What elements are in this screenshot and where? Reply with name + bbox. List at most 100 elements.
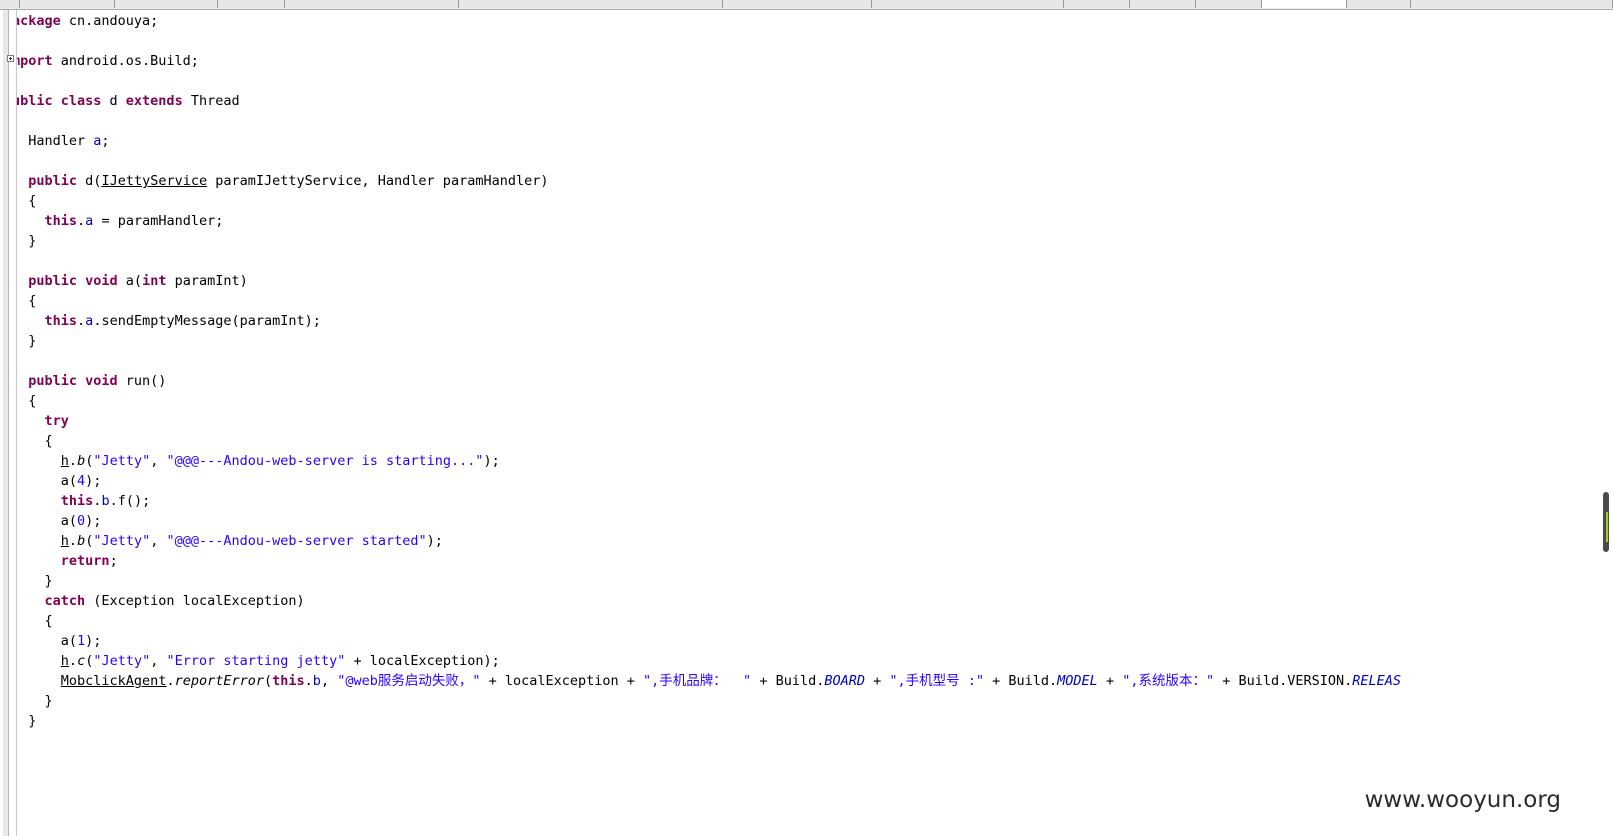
editor-tab[interactable] bbox=[0, 0, 20, 8]
code-token: + bbox=[864, 673, 890, 689]
code-token: h bbox=[60, 653, 69, 669]
watermark-text: www.wooyun.org bbox=[1364, 787, 1561, 813]
code-token: 0 bbox=[77, 513, 86, 529]
code-token: public void bbox=[28, 273, 118, 289]
code-token: ",手机型号 :" bbox=[889, 673, 985, 689]
code-line: public void a(int paramInt) bbox=[17, 271, 1401, 291]
code-token: ; bbox=[109, 553, 118, 569]
editor-tab-strip bbox=[0, 0, 1613, 10]
code-token: b bbox=[312, 673, 321, 689]
editor-tab[interactable] bbox=[1064, 0, 1130, 8]
code-line: a(1); bbox=[17, 631, 1401, 651]
code-token: .f(); bbox=[109, 493, 151, 509]
code-token: public bbox=[28, 173, 78, 189]
code-line: try bbox=[17, 411, 1401, 431]
editor-tab-active[interactable] bbox=[1262, 0, 1347, 8]
code-line: } bbox=[17, 711, 1401, 731]
code-token: + localException); bbox=[345, 653, 500, 669]
editor-tab[interactable] bbox=[1196, 0, 1262, 8]
code-token: paramInt) bbox=[166, 273, 248, 289]
code-line: { bbox=[17, 191, 1401, 211]
editor-tab[interactable] bbox=[459, 0, 723, 8]
code-token: MobclickAgent bbox=[60, 673, 167, 689]
editor-tab[interactable] bbox=[723, 0, 872, 8]
code-token: } bbox=[44, 693, 53, 709]
code-token: + localException + bbox=[480, 673, 644, 689]
code-token: ackage bbox=[17, 13, 61, 29]
code-token: h bbox=[60, 533, 69, 549]
code-line: a(4); bbox=[17, 471, 1401, 491]
editor-tab[interactable] bbox=[115, 0, 218, 8]
code-token: this bbox=[272, 673, 305, 689]
code-token: mport bbox=[17, 53, 53, 69]
code-token: catch bbox=[44, 593, 86, 609]
editor-tab[interactable] bbox=[285, 0, 459, 8]
code-token: "Jetty" bbox=[93, 533, 151, 549]
source-code: ackage cn.andouya; mport android.os.Buil… bbox=[17, 11, 1401, 731]
code-token: "Error starting jetty" bbox=[166, 653, 346, 669]
code-token: BOARD bbox=[824, 673, 865, 689]
code-token: . bbox=[77, 213, 86, 229]
editor-tab[interactable] bbox=[1347, 0, 1411, 8]
code-token: . bbox=[68, 653, 78, 669]
code-line: this.b.f(); bbox=[17, 491, 1401, 511]
plus-fold-icon[interactable] bbox=[7, 55, 14, 62]
editor-tab[interactable] bbox=[1130, 0, 1196, 8]
code-token: .sendEmptyMessage(paramInt); bbox=[93, 313, 321, 329]
code-token: this bbox=[44, 313, 78, 329]
code-token: "Jetty" bbox=[93, 653, 151, 669]
code-token: { bbox=[28, 293, 37, 309]
code-token: a( bbox=[17, 513, 78, 529]
code-token: (Exception localException) bbox=[85, 593, 305, 609]
code-line: public void run() bbox=[17, 371, 1401, 391]
code-line: h.b("Jetty", "@@@---Andou-web-server sta… bbox=[17, 531, 1401, 551]
code-token: d( bbox=[77, 173, 102, 189]
code-line: return; bbox=[17, 551, 1401, 571]
code-token: . bbox=[166, 673, 175, 689]
code-token: d bbox=[101, 93, 126, 109]
code-token: , bbox=[150, 653, 167, 669]
code-token: } bbox=[28, 233, 37, 249]
code-token: ublic class bbox=[17, 93, 102, 109]
code-token: ); bbox=[85, 513, 102, 529]
scrollbar-position-marker bbox=[1606, 512, 1608, 542]
code-line: this.a.sendEmptyMessage(paramInt); bbox=[17, 311, 1401, 331]
code-token: this bbox=[44, 213, 78, 229]
code-token: this bbox=[60, 493, 94, 509]
code-line: { bbox=[17, 611, 1401, 631]
code-line: h.b("Jetty", "@@@---Andou-web-server is … bbox=[17, 451, 1401, 471]
code-line: MobclickAgent.reportError(this.b, "@web服… bbox=[17, 671, 1401, 691]
code-token: 1 bbox=[77, 633, 86, 649]
code-line: { bbox=[17, 431, 1401, 451]
editor-tab[interactable] bbox=[20, 0, 115, 8]
code-line: { bbox=[17, 291, 1401, 311]
code-token: Thread bbox=[182, 93, 240, 109]
editor-tab[interactable] bbox=[872, 0, 1064, 8]
code-token: a( bbox=[17, 633, 78, 649]
code-token: ); bbox=[483, 453, 500, 469]
code-token: "@@@---Andou-web-server is starting..." bbox=[166, 453, 484, 469]
code-editor[interactable]: ackage cn.andouya; mport android.os.Buil… bbox=[17, 10, 1607, 836]
code-token: 4 bbox=[77, 473, 86, 489]
code-line: } bbox=[17, 231, 1401, 251]
editor-tab[interactable] bbox=[1411, 0, 1613, 8]
code-token: run() bbox=[117, 373, 167, 389]
editor-tab[interactable] bbox=[218, 0, 285, 8]
code-token: MODEL bbox=[1057, 673, 1098, 689]
code-token: RELEAS bbox=[1352, 673, 1402, 689]
